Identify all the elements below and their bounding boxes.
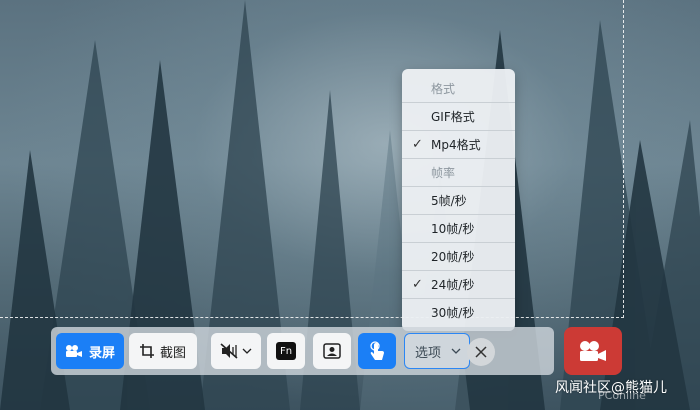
watermark-sub: PConline: [598, 389, 646, 402]
screenshot-mode-button[interactable]: 截图: [129, 333, 197, 369]
check-icon: ✓: [412, 136, 423, 152]
start-recording-button[interactable]: [564, 327, 622, 375]
chevron-down-icon: [451, 348, 461, 354]
capture-region-border[interactable]: [0, 0, 624, 318]
menu-item-30fps[interactable]: 30帧/秒: [402, 299, 515, 325]
audio-toggle-button[interactable]: [211, 333, 261, 369]
fn-key-icon: Fn: [276, 342, 296, 360]
check-icon: ✓: [412, 276, 423, 292]
menu-header-format: 格式: [431, 81, 456, 96]
options-label: 选项: [415, 345, 442, 361]
close-icon: [475, 346, 487, 358]
menu-item-mp4[interactable]: ✓ Mp4格式: [402, 131, 515, 157]
record-mode-label: 录屏: [88, 345, 115, 361]
mouse-click-button[interactable]: [358, 333, 396, 369]
menu-item-24fps[interactable]: ✓ 24帧/秒: [402, 271, 515, 297]
menu-header-framerate: 帧率: [431, 165, 456, 180]
chevron-down-icon: [242, 348, 252, 354]
screenshot-mode-label: 截图: [159, 345, 186, 361]
webcam-icon: [323, 343, 341, 359]
key-display-button[interactable]: Fn: [267, 333, 305, 369]
menu-item-gif[interactable]: GIF格式: [402, 103, 515, 129]
record-mode-button[interactable]: 录屏: [56, 333, 124, 369]
hand-pointer-icon: [370, 341, 384, 360]
menu-item-10fps[interactable]: 10帧/秒: [402, 215, 515, 241]
menu-item-5fps[interactable]: 5帧/秒: [402, 187, 515, 213]
close-button[interactable]: [467, 338, 495, 366]
webcam-button[interactable]: [313, 333, 351, 369]
video-camera-icon: [65, 345, 82, 357]
video-camera-icon: [580, 341, 606, 361]
options-menu: 格式 GIF格式 ✓ Mp4格式 帧率 5帧/秒 10帧/秒 20帧/秒 ✓ 24帧…: [402, 69, 515, 331]
menu-item-20fps[interactable]: 20帧/秒: [402, 243, 515, 269]
options-dropdown[interactable]: 选项: [404, 333, 470, 369]
crop-icon: [139, 344, 154, 358]
speaker-muted-icon: [220, 343, 238, 359]
